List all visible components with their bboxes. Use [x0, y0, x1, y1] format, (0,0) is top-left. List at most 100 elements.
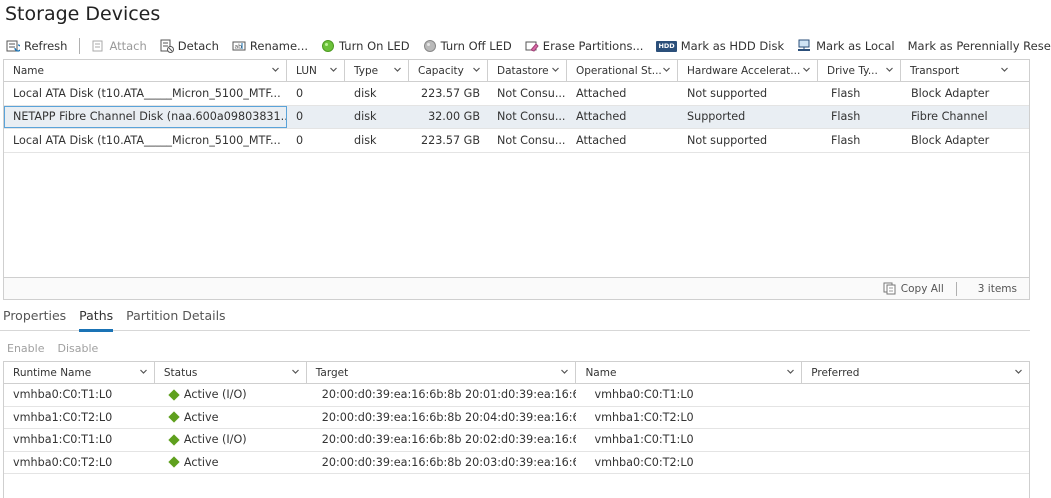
turn-on-led-button[interactable]: Turn On LED	[321, 36, 410, 56]
attach-button[interactable]: Attach	[91, 36, 147, 56]
column-header-runtime-name[interactable]: Runtime Name	[4, 362, 155, 383]
column-header-name[interactable]: Name	[4, 60, 287, 81]
disable-button[interactable]: Disable	[57, 342, 98, 355]
cell-type: disk	[354, 133, 377, 147]
tab-properties[interactable]: Properties	[0, 300, 76, 331]
mark-hdd-button[interactable]: HDD Mark as HDD Disk	[656, 36, 784, 56]
computer-icon	[797, 39, 812, 53]
detach-label: Detach	[177, 39, 219, 53]
table-row[interactable]: vmhba0:C0:T2:L0 Active 20:00:d0:39:ea:16:6…	[4, 452, 1029, 474]
enable-button[interactable]: Enable	[7, 342, 44, 355]
mark-perennially-label: Mark as Perennially Reserved	[907, 39, 1051, 53]
table-row[interactable]: NETAPP Fibre Channel Disk (naa.600a09803…	[4, 105, 1029, 129]
table-row[interactable]: vmhba1:C0:T1:L0 Active (I/O) 20:00:d0:39:e…	[4, 429, 1029, 452]
column-header-hardware-acceleration[interactable]: Hardware Accelerat...	[678, 60, 818, 81]
chevron-down-icon[interactable]	[291, 367, 300, 379]
chevron-down-icon[interactable]	[551, 65, 560, 77]
column-header-capacity[interactable]: Capacity	[409, 60, 488, 81]
detach-button[interactable]: Detach	[160, 36, 219, 56]
rename-button[interactable]: ab Rename...	[232, 36, 308, 56]
turn-on-led-label: Turn On LED	[339, 39, 410, 53]
status-label: Active (I/O)	[183, 388, 247, 402]
erase-partitions-button[interactable]: Erase Partitions...	[525, 36, 644, 56]
column-header-type[interactable]: Type	[345, 60, 409, 81]
mark-perennially-reserved-button[interactable]: Mark as Perennially Reserved	[908, 36, 1051, 56]
mark-local-button[interactable]: Mark as Local	[797, 36, 895, 56]
cell-name: vmhba0:C0:T1:L0	[594, 388, 694, 402]
tab-partition-details[interactable]: Partition Details	[123, 300, 235, 331]
column-header-lun[interactable]: LUN	[287, 60, 345, 81]
chevron-down-icon[interactable]	[1000, 65, 1009, 77]
column-header-name[interactable]: Name	[576, 362, 803, 383]
mark-local-label: Mark as Local	[816, 39, 895, 53]
mark-hdd-label: Mark as HDD Disk	[680, 39, 785, 53]
cell-runtime-name: vmhba1:C0:T1:L0	[13, 433, 113, 447]
cell-lun: 0	[296, 86, 304, 100]
cell-runtime-name: vmhba0:C0:T1:L0	[13, 388, 113, 402]
chevron-down-icon[interactable]	[885, 65, 894, 77]
tab-paths[interactable]: Paths	[76, 300, 123, 332]
footer-separator	[955, 281, 957, 296]
cell-operational-state: Attached	[576, 86, 627, 100]
devices-table-header: Name LUN Type Capacity Datastore Operational …	[4, 60, 1029, 82]
status-label: Active	[183, 410, 219, 424]
attach-icon	[91, 39, 105, 53]
status-label: Active (I/O)	[183, 433, 247, 447]
cell-name: NETAPP Fibre Channel Disk (naa.600a09803…	[4, 105, 287, 128]
cell-name: Local ATA Disk (t10.ATA_____Micron_5100_…	[13, 86, 281, 100]
chevron-down-icon[interactable]	[393, 65, 402, 77]
column-header-label: Runtime Name	[13, 366, 92, 379]
chevron-down-icon[interactable]	[560, 367, 569, 379]
column-header-label: Type	[354, 64, 379, 77]
chevron-down-icon[interactable]	[139, 367, 148, 379]
cell-name: vmhba1:C0:T1:L0	[594, 433, 694, 447]
chevron-down-icon[interactable]	[662, 65, 671, 77]
cell-drive-type: Flash	[831, 133, 861, 147]
chevron-down-icon[interactable]	[329, 65, 338, 77]
cell-operational-state: Attached	[576, 133, 627, 147]
column-header-drive-type[interactable]: Drive Ty...	[818, 60, 901, 81]
cell-transport: Block Adapter	[911, 86, 990, 100]
cell-name: vmhba1:C0:T2:L0	[594, 410, 694, 424]
table-row[interactable]: Local ATA Disk (t10.ATA_____Micron_5100_…	[4, 129, 1029, 153]
chevron-down-icon[interactable]	[472, 65, 481, 77]
table-row[interactable]: Local ATA Disk (t10.ATA_____Micron_5100_…	[4, 82, 1029, 106]
copy-icon	[883, 282, 897, 295]
cell-lun: 0	[296, 110, 304, 124]
copy-all-button[interactable]: Copy All	[883, 282, 944, 295]
column-header-label: Datastore	[497, 64, 549, 77]
column-header-status[interactable]: Status	[155, 362, 307, 383]
turn-off-led-button[interactable]: Turn Off LED	[423, 36, 512, 56]
column-header-transport[interactable]: Transport	[901, 60, 1015, 81]
column-header-target[interactable]: Target	[307, 362, 577, 383]
refresh-button[interactable]: Refresh	[6, 36, 67, 56]
cell-capacity: 223.57 GB	[420, 133, 480, 147]
cell-hardware-acceleration: Supported	[687, 110, 746, 124]
status-label: Active	[183, 455, 219, 469]
table-row[interactable]: vmhba0:C0:T1:L0 Active (I/O) 20:00:d0:39:e…	[4, 384, 1029, 407]
cell-type: disk	[354, 110, 377, 124]
column-header-datastore[interactable]: Datastore	[488, 60, 567, 81]
cell-datastore: Not Consu...	[497, 86, 566, 100]
cell-status: Active	[155, 452, 307, 474]
cell-name: vmhba0:C0:T2:L0	[594, 455, 694, 469]
column-header-operational-state[interactable]: Operational St...	[567, 60, 678, 81]
cell-name: Local ATA Disk (t10.ATA_____Micron_5100_…	[13, 133, 281, 147]
chevron-down-icon[interactable]	[271, 65, 280, 77]
svg-text:ab: ab	[234, 44, 242, 51]
column-header-label: Transport	[910, 64, 960, 77]
status-active-icon	[168, 389, 180, 401]
chevron-down-icon[interactable]	[1014, 367, 1023, 379]
turn-off-led-label: Turn Off LED	[440, 39, 512, 53]
erase-partitions-label: Erase Partitions...	[542, 39, 644, 53]
chevron-down-icon[interactable]	[802, 65, 811, 77]
led-on-icon	[321, 39, 335, 53]
column-header-label: Preferred	[811, 366, 860, 379]
table-row[interactable]: vmhba1:C0:T2:L0 Active 20:00:d0:39:ea:16:6…	[4, 407, 1029, 429]
cell-operational-state: Attached	[576, 110, 627, 124]
paths-table: Runtime Name Status Target Name Preferred vm…	[3, 361, 1030, 498]
column-header-preferred[interactable]: Preferred	[802, 362, 1029, 383]
chevron-down-icon[interactable]	[786, 367, 795, 379]
cell-target: 20:00:d0:39:ea:16:6b:8b 20:04:d0:39:ea:1…	[321, 410, 577, 424]
cell-capacity: 223.57 GB	[420, 86, 480, 100]
